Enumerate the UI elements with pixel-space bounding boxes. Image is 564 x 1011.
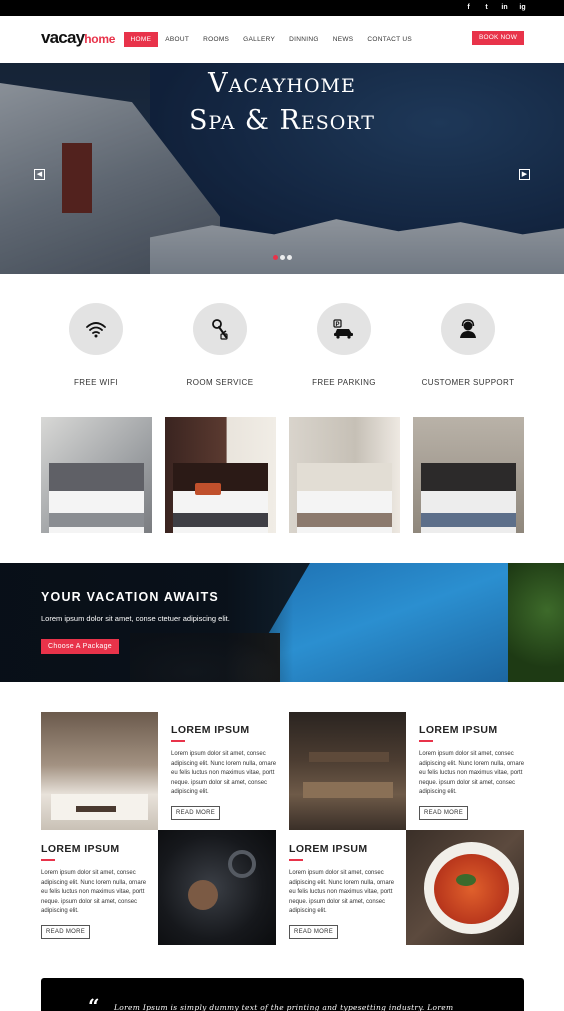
book-now-button[interactable]: BOOK NOW bbox=[472, 31, 524, 45]
features-row: FREE WIFI ROOM SERVICE P FREE PARKING CU… bbox=[0, 303, 564, 393]
gym-photo[interactable] bbox=[158, 830, 276, 945]
feature-support: CUSTOMER SUPPORT bbox=[413, 303, 523, 387]
nav-rooms[interactable]: ROOMS bbox=[197, 32, 236, 47]
logo-main: vacay bbox=[41, 28, 85, 47]
hero-title-line2: Spa & Resort bbox=[189, 105, 375, 136]
feature-parking: P FREE PARKING bbox=[289, 303, 399, 387]
site-header: vacayhome HOME ABOUT ROOMS GALLERY DINNI… bbox=[0, 16, 564, 63]
wifi-icon bbox=[69, 303, 123, 355]
lorem-card-1: LOREM IPSUM Lorem ipsum dolor sit amet, … bbox=[171, 724, 283, 820]
read-more-button[interactable]: READ MORE bbox=[289, 924, 339, 939]
feature-label: FREE PARKING bbox=[312, 378, 376, 387]
banner-title: YOUR VACATION AWAITS bbox=[41, 590, 219, 604]
card-title: LOREM IPSUM bbox=[289, 843, 368, 855]
card-accent-bar bbox=[289, 859, 303, 861]
room-key-icon bbox=[193, 303, 247, 355]
read-more-button[interactable]: READ MORE bbox=[171, 805, 221, 820]
lorem-card-3: LOREM IPSUM Lorem ipsum dolor sit amet, … bbox=[41, 843, 153, 939]
parking-car-icon: P bbox=[317, 303, 371, 355]
top-bar: f t in ig bbox=[0, 0, 564, 16]
main-nav: HOME ABOUT ROOMS GALLERY DINNING NEWS CO… bbox=[124, 32, 420, 47]
choose-package-button[interactable]: Choose A Package bbox=[41, 639, 119, 654]
room-photo-4[interactable] bbox=[413, 417, 524, 533]
slider-dots bbox=[273, 255, 292, 260]
banner-text: Lorem ipsum dolor sit amet, conse ctetue… bbox=[41, 614, 230, 623]
lorem-card-2: LOREM IPSUM Lorem ipsum dolor sit amet, … bbox=[419, 724, 531, 820]
card-body: Lorem ipsum dolor sit amet, consec adipi… bbox=[419, 751, 525, 796]
feature-label: CUSTOMER SUPPORT bbox=[421, 378, 515, 387]
feature-label: ROOM SERVICE bbox=[186, 378, 254, 387]
card-accent-bar bbox=[171, 740, 185, 742]
read-more-button[interactable]: READ MORE bbox=[41, 924, 91, 939]
testimonial-text: Lorem Ipsum is simply dummy text of the … bbox=[114, 1003, 454, 1011]
slider-next-icon[interactable]: ▶ bbox=[519, 169, 530, 180]
slider-prev-icon[interactable]: ◀ bbox=[34, 169, 45, 180]
feature-label: FREE WIFI bbox=[73, 378, 119, 387]
logo-accent: home bbox=[84, 32, 116, 46]
nav-home[interactable]: HOME bbox=[124, 32, 158, 47]
card-title: LOREM IPSUM bbox=[171, 724, 250, 736]
card-title: LOREM IPSUM bbox=[41, 843, 120, 855]
room-photo-2[interactable] bbox=[165, 417, 276, 533]
card-body: Lorem ipsum dolor sit amet, consec adipi… bbox=[171, 751, 277, 796]
twitter-icon[interactable]: t bbox=[483, 2, 490, 13]
read-more-button[interactable]: READ MORE bbox=[419, 805, 469, 820]
card-accent-bar bbox=[41, 859, 55, 861]
food-photo[interactable] bbox=[406, 830, 524, 945]
card-title: LOREM IPSUM bbox=[419, 724, 498, 736]
facebook-icon[interactable]: f bbox=[465, 2, 472, 13]
feature-room-service: ROOM SERVICE bbox=[165, 303, 275, 387]
slider-dot-2[interactable] bbox=[280, 255, 285, 260]
room-photo-3[interactable] bbox=[289, 417, 400, 533]
slider-dot-1[interactable] bbox=[273, 255, 278, 260]
lorem-card-4: LOREM IPSUM Lorem ipsum dolor sit amet, … bbox=[289, 843, 401, 939]
testimonial-strip: “ Lorem Ipsum is simply dummy text of th… bbox=[41, 978, 524, 1011]
linkedin-icon[interactable]: in bbox=[501, 2, 508, 13]
nav-gallery[interactable]: GALLERY bbox=[237, 32, 282, 47]
instagram-icon[interactable]: ig bbox=[519, 2, 526, 13]
spa-photo[interactable] bbox=[41, 712, 158, 830]
nav-contact[interactable]: CONTACT US bbox=[361, 32, 419, 47]
feature-wifi: FREE WIFI bbox=[41, 303, 151, 387]
support-agent-icon bbox=[441, 303, 495, 355]
quote-icon: “ bbox=[88, 994, 100, 1011]
slider-dot-3[interactable] bbox=[287, 255, 292, 260]
room-photo-1[interactable] bbox=[41, 417, 152, 533]
nav-dinning[interactable]: DINNING bbox=[283, 32, 326, 47]
restaurant-photo[interactable] bbox=[289, 712, 406, 830]
svg-text:P: P bbox=[336, 322, 340, 328]
card-body: Lorem ipsum dolor sit amet, consec adipi… bbox=[41, 870, 147, 915]
card-accent-bar bbox=[419, 740, 433, 742]
nav-news[interactable]: NEWS bbox=[326, 32, 360, 47]
card-body: Lorem ipsum dolor sit amet, consec adipi… bbox=[289, 870, 395, 915]
nav-about[interactable]: ABOUT bbox=[159, 32, 196, 47]
social-links: f t in ig bbox=[465, 2, 526, 13]
logo[interactable]: vacayhome bbox=[41, 28, 115, 48]
hero-title-line1: Vacayhome bbox=[208, 68, 356, 99]
